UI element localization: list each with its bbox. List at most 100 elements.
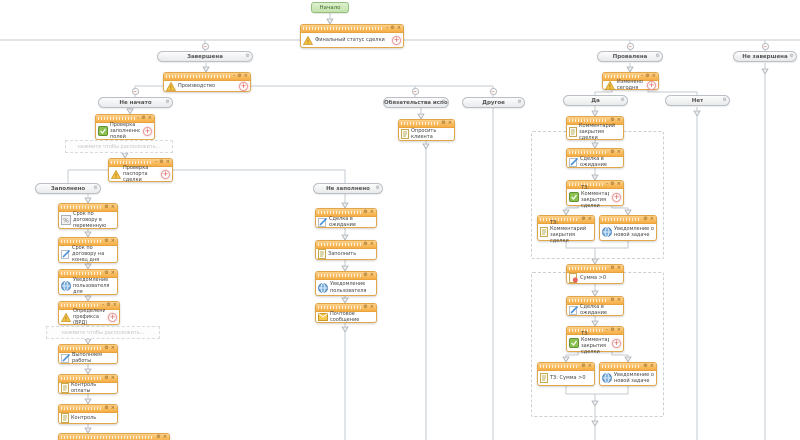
node-deal-pending-1[interactable]: ⚙×Сделка в ожидание — [315, 208, 377, 228]
branch-not-completed[interactable]: Не завершена⚙ — [733, 51, 797, 62]
node-poll-client[interactable]: ⚙×Опросить клиента — [398, 119, 455, 141]
branch-other[interactable]: Другое⚙ — [462, 97, 525, 108]
branch-not-started[interactable]: Не начато⚙ — [98, 97, 173, 108]
settings-icon[interactable]: ⚙ — [610, 182, 614, 187]
collapse-toggle-icon[interactable]: – — [490, 88, 497, 95]
settings-icon[interactable]: ⚙ — [104, 376, 108, 381]
settings-icon[interactable]: ⚙ — [363, 273, 367, 278]
settings-icon[interactable]: ⚙ — [643, 217, 647, 222]
collapse-toggle-icon[interactable]: – — [627, 43, 634, 50]
node-condition-final-deal-status[interactable]: –⚙×!Финальный статус сделки+ — [300, 24, 404, 48]
node-header[interactable]: ⚙× — [600, 363, 656, 371]
node-deal-pending-3[interactable]: ⚙×Сделка в ожидание — [566, 296, 624, 316]
node-header[interactable]: ⚙× — [316, 241, 376, 249]
close-icon[interactable]: × — [370, 273, 374, 278]
close-icon[interactable]: × — [617, 182, 621, 187]
add-branch-button[interactable]: + — [161, 170, 170, 179]
node-tz-sum-gt-0[interactable]: ⚙×ТЗ: Сумма >0 — [537, 362, 595, 386]
node-term-to-variable[interactable]: ⚙×%Срок по договору в переменную — [58, 203, 118, 229]
settings-icon[interactable]: ⚙ — [104, 346, 108, 351]
node-mail-message[interactable]: ⚙×Почтовое сообщение — [315, 303, 377, 323]
close-icon[interactable]: × — [111, 376, 115, 381]
branch-failed[interactable]: Провалена⚙ — [597, 51, 663, 62]
settings-icon[interactable]: ⚙ — [643, 364, 647, 369]
node-new-task-notification-2[interactable]: ⚙×Уведомление о новой задаче — [599, 362, 657, 386]
settings-icon[interactable]: ⚙ — [363, 210, 367, 215]
close-icon[interactable]: × — [244, 74, 248, 79]
add-branch-button[interactable]: + — [612, 339, 621, 348]
settings-icon[interactable]: ⚙ — [106, 303, 110, 308]
branch-completed[interactable]: Завершена⚙ — [157, 51, 253, 62]
branch-not-filled[interactable]: Не заполнено⚙ — [313, 183, 383, 194]
gear-icon[interactable]: ⚙ — [656, 54, 660, 59]
gear-icon[interactable]: ⚙ — [518, 100, 522, 105]
settings-icon[interactable]: ⚙ — [581, 364, 585, 369]
node-tz-closing-comment-2[interactable]: –⚙×ТЗ: Комментарий закрытия сделки+ — [566, 326, 624, 352]
gear-icon[interactable]: ⚙ — [442, 100, 446, 105]
node-work-execution[interactable]: ⚙×Выполняем работы — [58, 344, 118, 364]
settings-icon[interactable]: ⚙ — [104, 406, 108, 411]
collapse-icon[interactable]: – — [386, 26, 389, 31]
gear-icon[interactable]: ⚙ — [246, 54, 250, 59]
close-icon[interactable]: × — [370, 210, 374, 215]
collapse-icon[interactable]: – — [137, 116, 140, 121]
node-check-deal-passport[interactable]: –⚙×!Проверка паспорта сделки+ — [108, 158, 173, 182]
close-icon[interactable]: × — [617, 298, 621, 303]
settings-icon[interactable]: ⚙ — [645, 74, 649, 79]
node-next-node-cut[interactable]: ⚙× — [58, 433, 170, 440]
insert-placeholder[interactable]: нажмите чтобы расположить... — [46, 326, 160, 339]
insert-placeholder[interactable]: нажмите чтобы расположить... — [65, 140, 173, 153]
node-control[interactable]: ⚙×Контроль — [58, 404, 118, 424]
close-icon[interactable]: × — [163, 435, 167, 440]
gear-icon[interactable]: ⚙ — [621, 98, 625, 103]
settings-icon[interactable]: ⚙ — [441, 121, 445, 126]
branch-filled[interactable]: Заполнено⚙ — [35, 183, 101, 194]
close-icon[interactable]: × — [111, 346, 115, 351]
node-new-task-notification-1[interactable]: ⚙×Уведомление о новой задаче — [599, 215, 657, 241]
node-sum-gt-0[interactable]: ⚙×Сумма >0 — [566, 264, 624, 284]
close-icon[interactable]: × — [370, 242, 374, 247]
settings-icon[interactable]: ⚙ — [141, 116, 145, 121]
settings-icon[interactable]: ⚙ — [610, 150, 614, 155]
close-icon[interactable]: × — [166, 160, 170, 165]
node-payment-control[interactable]: ⚙×Контроль оплаты — [58, 374, 118, 394]
close-icon[interactable]: × — [111, 205, 115, 210]
add-branch-button[interactable]: + — [647, 81, 656, 90]
gear-icon[interactable]: ⚙ — [790, 54, 794, 59]
branch-yes[interactable]: Да⚙ — [563, 95, 628, 106]
node-fill-task[interactable]: ⚙×Заполнить — [315, 240, 377, 260]
settings-icon[interactable]: ⚙ — [390, 26, 394, 31]
close-icon[interactable]: × — [617, 328, 621, 333]
gear-icon[interactable]: ⚙ — [94, 186, 98, 191]
close-icon[interactable]: × — [588, 364, 592, 369]
add-branch-button[interactable]: + — [239, 82, 248, 91]
node-user-notification[interactable]: ⚙×Уведомление пользователя — [315, 271, 377, 296]
close-icon[interactable]: × — [111, 271, 115, 276]
branch-no[interactable]: Нет⚙ — [665, 95, 730, 106]
close-icon[interactable]: × — [650, 364, 654, 369]
close-icon[interactable]: × — [111, 406, 115, 411]
close-icon[interactable]: × — [617, 266, 621, 271]
settings-icon[interactable]: ⚙ — [156, 435, 160, 440]
close-icon[interactable]: × — [113, 303, 117, 308]
settings-icon[interactable]: ⚙ — [363, 242, 367, 247]
collapse-toggle-icon[interactable]: – — [202, 43, 209, 50]
collapse-toggle-icon[interactable]: – — [132, 88, 139, 95]
settings-icon[interactable]: ⚙ — [610, 298, 614, 303]
node-header[interactable]: –⚙× — [301, 25, 403, 33]
add-branch-button[interactable]: + — [108, 313, 117, 322]
node-header[interactable]: ⚙× — [316, 272, 376, 280]
close-icon[interactable]: × — [448, 121, 452, 126]
gear-icon[interactable]: ⚙ — [166, 100, 170, 105]
close-icon[interactable]: × — [111, 239, 115, 244]
add-branch-button[interactable]: + — [143, 127, 152, 136]
settings-icon[interactable]: ⚙ — [104, 205, 108, 210]
node-header[interactable]: ⚙× — [59, 405, 117, 413]
node-header[interactable]: ⚙× — [600, 216, 656, 224]
close-icon[interactable]: × — [370, 305, 374, 310]
collapse-icon[interactable]: – — [233, 74, 236, 79]
close-icon[interactable]: × — [148, 116, 152, 121]
settings-icon[interactable]: ⚙ — [104, 271, 108, 276]
settings-icon[interactable]: ⚙ — [237, 74, 241, 79]
collapse-toggle-icon[interactable]: – — [412, 88, 419, 95]
